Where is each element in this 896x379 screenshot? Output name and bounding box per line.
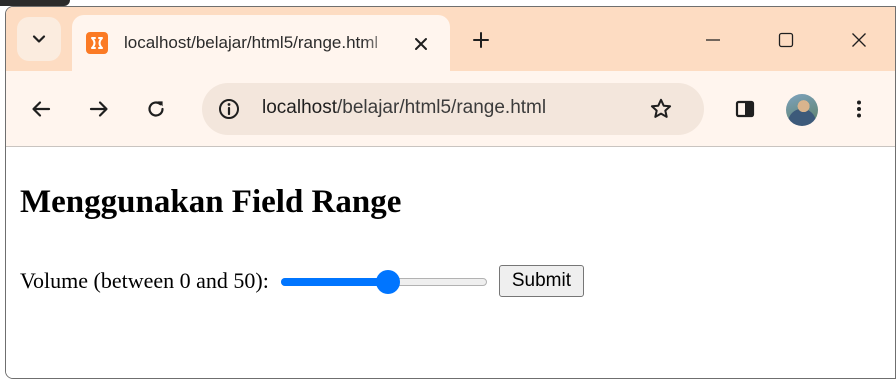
browser-window: localhost/belajar/html5/range.html local…	[5, 6, 896, 379]
maximize-button[interactable]	[751, 17, 821, 63]
new-tab-button[interactable]	[464, 23, 498, 57]
tab-strip: localhost/belajar/html5/range.html	[6, 7, 895, 71]
minimize-button[interactable]	[678, 17, 748, 63]
tab-close-button[interactable]	[406, 29, 436, 59]
plus-icon	[473, 32, 489, 48]
arrow-right-icon	[89, 101, 108, 117]
side-panel-button[interactable]	[726, 90, 764, 128]
reload-icon	[148, 101, 164, 117]
url-path: /belajar/html5/range.html	[337, 97, 547, 118]
page-heading: Menggunakan Field Range	[20, 184, 402, 220]
forward-button[interactable]	[80, 90, 118, 128]
arrow-left-icon	[32, 101, 51, 117]
browser-toolbar: localhost/belajar/html5/range.html	[6, 71, 895, 147]
minimize-icon	[706, 39, 720, 41]
maximize-icon	[778, 32, 794, 48]
more-vertical-icon	[857, 100, 861, 118]
submit-button[interactable]: Submit	[498, 265, 585, 297]
menu-button[interactable]	[840, 90, 878, 128]
window-close-button[interactable]	[824, 17, 894, 63]
profile-avatar[interactable]	[786, 94, 818, 126]
range-thumb[interactable]	[375, 270, 400, 294]
chevron-down-icon	[32, 35, 46, 43]
volume-range-slider[interactable]	[280, 266, 487, 296]
tab-search-button[interactable]	[17, 17, 61, 61]
bookmark-button[interactable]	[646, 94, 676, 124]
tab-title: localhost/belajar/html5/range.html	[124, 33, 379, 52]
back-button[interactable]	[22, 90, 60, 128]
close-icon	[852, 33, 866, 47]
url-text[interactable]: localhost/belajar/html5/range.html	[262, 97, 546, 119]
range-fill	[280, 278, 388, 286]
page-content: Menggunakan Field Range Volume (between …	[6, 148, 895, 378]
site-info-button[interactable]	[214, 94, 244, 124]
star-icon	[650, 98, 672, 118]
side-panel-icon	[735, 100, 755, 118]
url-host: localhost	[262, 97, 337, 118]
tab-range[interactable]: localhost/belajar/html5/range.html	[72, 15, 450, 71]
xampp-favicon-icon	[86, 32, 108, 54]
volume-label: Volume (between 0 and 50):	[20, 268, 269, 293]
address-bar[interactable]: localhost/belajar/html5/range.html	[202, 83, 704, 135]
info-icon	[219, 99, 239, 119]
volume-form: Volume (between 0 and 50): Submit	[20, 264, 585, 298]
reload-button[interactable]	[137, 90, 175, 128]
close-icon	[415, 38, 427, 50]
